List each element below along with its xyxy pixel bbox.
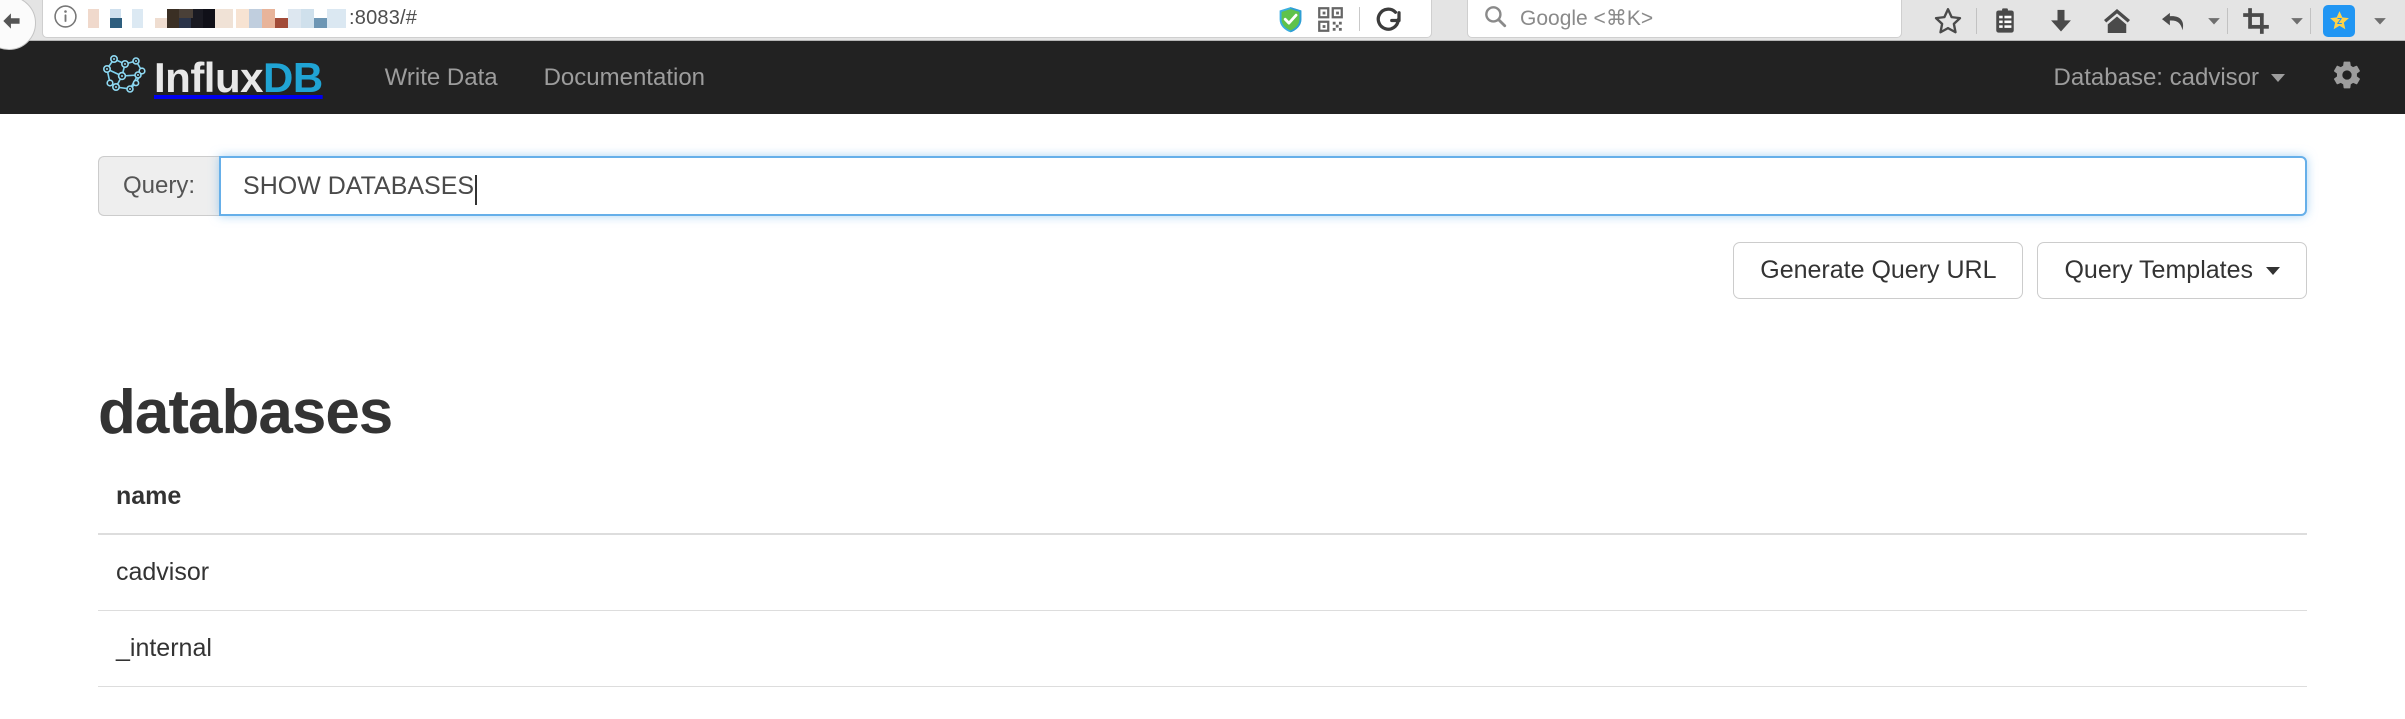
browser-search-field[interactable]: Google <⌘K>: [1467, 0, 1902, 38]
chevron-down-icon[interactable]: [2201, 0, 2227, 41]
info-circle-icon[interactable]: [53, 4, 78, 34]
crop-tool-icon[interactable]: [2228, 0, 2284, 41]
back-arrow-icon: [0, 8, 25, 39]
star-bookmark-icon[interactable]: [1920, 0, 1976, 41]
url-redaction-block: [155, 9, 233, 28]
svg-text:Z: Z: [2336, 16, 2341, 26]
clipboard-list-icon[interactable]: [1977, 0, 2033, 41]
chevron-down-icon[interactable]: [2367, 0, 2393, 41]
toolbar-divider: [1359, 7, 1360, 31]
influxdb-brand-link[interactable]: InfluxDB: [98, 49, 323, 106]
table-header-row: name: [98, 482, 2307, 535]
shield-check-icon[interactable]: [1270, 5, 1311, 34]
results-title: databases: [98, 378, 393, 447]
table-column-header-name: name: [98, 482, 2307, 535]
database-selector-dropdown[interactable]: Database: cadvisor: [2054, 64, 2285, 92]
table-cell-name: _internal: [98, 610, 2307, 687]
query-input-group: Query: SHOW DATABASES: [98, 156, 2307, 216]
results-table: name cadvisor _internal: [98, 482, 2307, 687]
gear-icon[interactable]: [2331, 59, 2363, 96]
query-templates-button[interactable]: Query Templates: [2037, 242, 2307, 299]
chevron-down-icon: [2266, 266, 2280, 275]
brand-name-primary: Influx: [154, 53, 264, 101]
query-input-value: SHOW DATABASES: [243, 171, 475, 200]
url-suffix: :8083/#: [349, 7, 418, 29]
browser-chrome: :8083/# Google <⌘K> Z: [0, 0, 2405, 50]
urlbar-extension-icons: [1270, 0, 1409, 38]
table-row: cadvisor: [98, 534, 2307, 611]
reload-icon[interactable]: [1369, 3, 1409, 35]
table-cell-name: cadvisor: [98, 534, 2307, 611]
url-bar[interactable]: :8083/#: [42, 0, 1432, 38]
nav-link-documentation[interactable]: Documentation: [544, 64, 705, 92]
query-input[interactable]: SHOW DATABASES: [219, 156, 2307, 216]
query-actions: Generate Query URL Query Templates: [98, 242, 2307, 299]
brand-name-accent: DB: [263, 53, 323, 101]
query-templates-label: Query Templates: [2064, 256, 2253, 284]
table-row: _internal: [98, 610, 2307, 687]
database-selector-label: Database: cadvisor: [2053, 63, 2259, 91]
home-icon[interactable]: [2089, 0, 2145, 41]
influxdb-navbar: InfluxDB Write Data Documentation Databa…: [0, 41, 2405, 114]
browser-toolbar: Z: [1920, 0, 2393, 41]
generate-query-url-label: Generate Query URL: [1760, 256, 1997, 284]
nav-link-write-data[interactable]: Write Data: [385, 64, 498, 92]
navbar-links: Write Data Documentation: [385, 64, 705, 92]
chevron-down-icon[interactable]: [2284, 0, 2310, 41]
text-cursor: [475, 175, 478, 205]
undo-arrow-icon[interactable]: [2145, 0, 2201, 41]
page-content: Query: SHOW DATABASES Generate Query URL…: [0, 156, 2405, 687]
qr-code-icon[interactable]: [1311, 6, 1350, 33]
search-placeholder: Google <⌘K>: [1520, 7, 1654, 30]
download-arrow-icon[interactable]: [2033, 0, 2089, 41]
query-label: Query:: [98, 156, 220, 216]
generate-query-url-button[interactable]: Generate Query URL: [1733, 242, 2024, 299]
search-icon: [1482, 3, 1508, 34]
url-redaction-block: [88, 9, 152, 28]
url-redaction-block: [236, 9, 346, 28]
navbar-right: Database: cadvisor: [2054, 59, 2363, 96]
chevron-down-icon: [2271, 73, 2285, 82]
url-text: :8083/#: [88, 7, 417, 30]
star-extension-icon[interactable]: Z: [2311, 0, 2367, 41]
influxdb-molecule-logo: [98, 49, 150, 106]
